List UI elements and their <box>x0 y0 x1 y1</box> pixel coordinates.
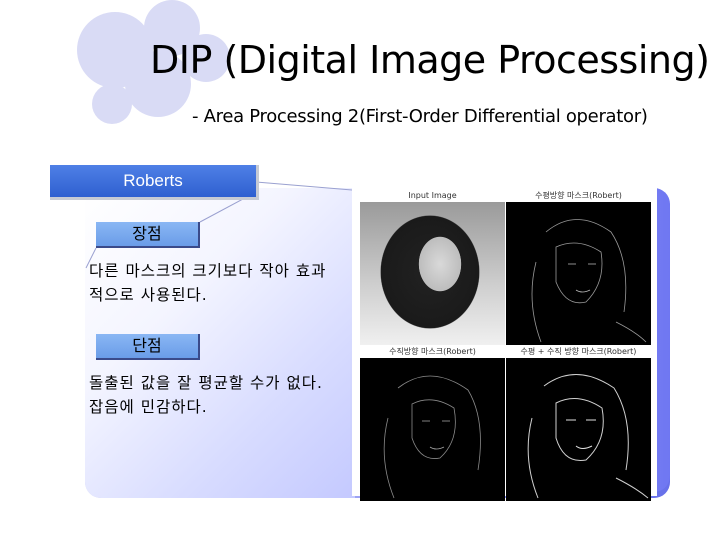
combined-mask-cell: 수평 + 수직 방향 마스크(Robert) <box>506 346 651 505</box>
combined-mask-caption: 수평 + 수직 방향 마스크(Robert) <box>520 347 637 356</box>
vertical-mask-cell: 수직방향 마스크(Robert) <box>360 346 505 505</box>
pros-label: 장점 <box>96 222 200 248</box>
input-image-cell: Input Image <box>360 190 505 345</box>
page-title: DIP (Digital Image Processing) <box>150 38 710 82</box>
cons-label: 단점 <box>96 334 200 360</box>
horizontal-mask-cell: 수평방향 마스크(Robert) <box>506 190 651 349</box>
page-subtitle: - Area Processing 2(First-Order Differen… <box>192 106 648 127</box>
input-image-caption: Input Image <box>408 191 457 200</box>
pros-text: 다른 마스크의 크기보다 작아 효과적으로 사용된다. <box>89 262 327 304</box>
cons-text: 돌출된 값을 잘 평균할 수가 없다. 잡음에 민감하다. <box>89 374 323 416</box>
vertical-mask-caption: 수직방향 마스크(Robert) <box>389 347 476 356</box>
horizontal-mask-caption: 수평방향 마스크(Robert) <box>535 191 622 200</box>
vertical-mask-image <box>360 358 505 501</box>
result-image-grid: Input Image 수평방향 마스크(Robert) 수직방향 마스크(Ro… <box>352 186 657 501</box>
roberts-tab: Roberts <box>50 165 259 200</box>
input-image <box>360 202 505 345</box>
combined-mask-image <box>506 358 651 501</box>
decor-circle-small <box>92 84 132 124</box>
horizontal-mask-image <box>506 202 651 345</box>
